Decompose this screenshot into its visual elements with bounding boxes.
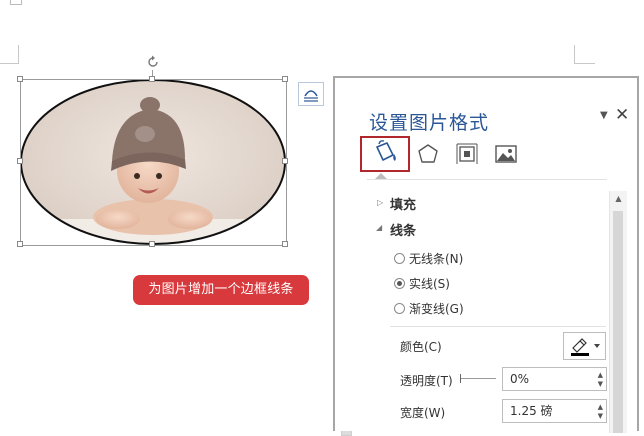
- pentagon-icon: [418, 144, 438, 163]
- transparency-input[interactable]: 0% ▲ ▼: [502, 367, 607, 391]
- tab-effects[interactable]: [414, 140, 442, 168]
- transparency-label: 透明度(T): [400, 374, 453, 388]
- pane-scroll-thumb[interactable]: [613, 211, 623, 433]
- resize-handle-l[interactable]: [17, 158, 23, 164]
- collapsed-arrow-icon[interactable]: ▷: [377, 198, 383, 207]
- picture-icon: [495, 145, 517, 163]
- option-gradient-line[interactable]: 渐变线(G): [409, 300, 464, 317]
- line-color-button[interactable]: [563, 332, 606, 360]
- option-solid-line[interactable]: 实线(S): [409, 275, 450, 292]
- resize-handle-b[interactable]: [149, 241, 155, 247]
- radio-no-line[interactable]: [394, 253, 405, 264]
- radio-solid-line[interactable]: [394, 278, 405, 289]
- width-value: 1.25 磅: [510, 404, 553, 418]
- option-no-line[interactable]: 无线条(N): [409, 250, 463, 267]
- tab-fill-line[interactable]: [360, 136, 410, 172]
- scroll-up-icon[interactable]: ▲: [610, 194, 627, 203]
- section-line[interactable]: 线条: [390, 220, 416, 239]
- pane-options-icon[interactable]: ▼: [600, 110, 608, 121]
- resize-handle-bl[interactable]: [17, 241, 23, 247]
- resize-handle-r[interactable]: [282, 158, 288, 164]
- pane-title: 设置图片格式: [369, 112, 490, 134]
- expanded-arrow-icon[interactable]: ◢: [376, 223, 382, 232]
- radio-gradient-line[interactable]: [394, 303, 405, 314]
- paint-bucket-icon: [376, 140, 396, 161]
- format-picture-pane: 设置图片格式 ▼ ✕ ▷ 填充 ◢ 线条 无线条(N) 实线(S) 渐变线(G)…: [333, 76, 639, 433]
- spin-down-icon[interactable]: ▼: [598, 412, 603, 420]
- resize-handle-tr[interactable]: [282, 76, 288, 82]
- spin-down-icon[interactable]: ▼: [598, 380, 603, 388]
- section-fill[interactable]: 填充: [390, 194, 416, 213]
- rotate-handle-icon[interactable]: [145, 54, 161, 70]
- resize-handle-br[interactable]: [282, 241, 288, 247]
- layout-options-button[interactable]: [298, 82, 324, 106]
- layout-options-icon: [304, 90, 318, 102]
- options-divider: [390, 326, 606, 327]
- width-label: 宽度(W): [400, 406, 446, 420]
- annotation-callout: 为图片增加一个边框线条: [133, 275, 309, 305]
- pen-color-icon: [571, 338, 600, 356]
- resize-handle-tl[interactable]: [17, 76, 23, 82]
- width-input[interactable]: 1.25 磅 ▲ ▼: [502, 399, 607, 423]
- pane-scrollbar[interactable]: ▲: [609, 191, 627, 433]
- page-corner-mark: [10, 0, 22, 5]
- resize-handle-t[interactable]: [149, 76, 155, 82]
- margin-mark-right: [574, 45, 595, 64]
- spin-up-icon[interactable]: ▲: [598, 403, 603, 411]
- selection-frame: [20, 79, 287, 246]
- margin-mark-left: [0, 45, 19, 64]
- tab-separator: [367, 179, 607, 180]
- transparency-slider-track[interactable]: [461, 378, 496, 379]
- spin-up-icon[interactable]: ▲: [598, 371, 603, 379]
- transparency-value: 0%: [510, 372, 530, 386]
- tab-picture[interactable]: [492, 140, 520, 168]
- color-label: 颜色(C): [400, 340, 442, 354]
- size-layout-icon: [456, 143, 478, 164]
- close-icon[interactable]: ✕: [615, 105, 629, 125]
- tab-size-properties[interactable]: [453, 140, 481, 168]
